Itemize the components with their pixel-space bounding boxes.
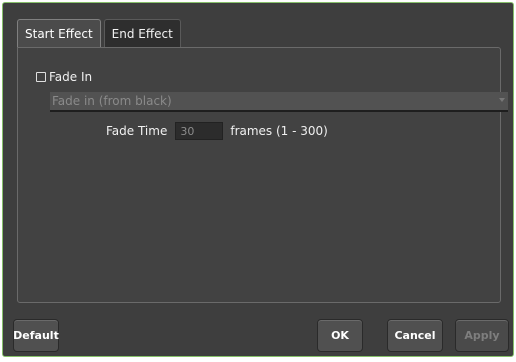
cancel-button[interactable]: Cancel bbox=[387, 319, 443, 352]
fade-type-dropdown[interactable]: Fade in (from black) bbox=[50, 92, 508, 112]
fade-time-input[interactable] bbox=[175, 122, 224, 140]
chevron-down-icon bbox=[499, 98, 505, 102]
ok-button[interactable]: OK bbox=[317, 319, 363, 352]
effect-dialog: Start Effect End Effect Fade In Fade in … bbox=[2, 2, 514, 357]
fade-in-checkbox[interactable] bbox=[36, 72, 46, 82]
fade-in-row[interactable]: Fade In bbox=[36, 70, 92, 84]
start-effect-panel: Fade In Fade in (from black) Fade Time f… bbox=[17, 47, 508, 303]
apply-button[interactable]: Apply bbox=[455, 319, 509, 352]
fade-time-label: Fade Time bbox=[106, 124, 168, 138]
fade-type-value: Fade in (from black) bbox=[52, 94, 172, 108]
fade-time-units: frames (1 - 300) bbox=[230, 124, 328, 138]
fade-time-row: Fade Time frames (1 - 300) bbox=[106, 122, 328, 140]
default-button[interactable]: Default bbox=[13, 319, 59, 352]
fade-in-label: Fade In bbox=[49, 70, 93, 84]
tab-end-effect[interactable]: End Effect bbox=[103, 19, 181, 47]
tab-start-effect[interactable]: Start Effect bbox=[17, 19, 101, 48]
tab-bar: Start Effect End Effect bbox=[17, 19, 181, 48]
